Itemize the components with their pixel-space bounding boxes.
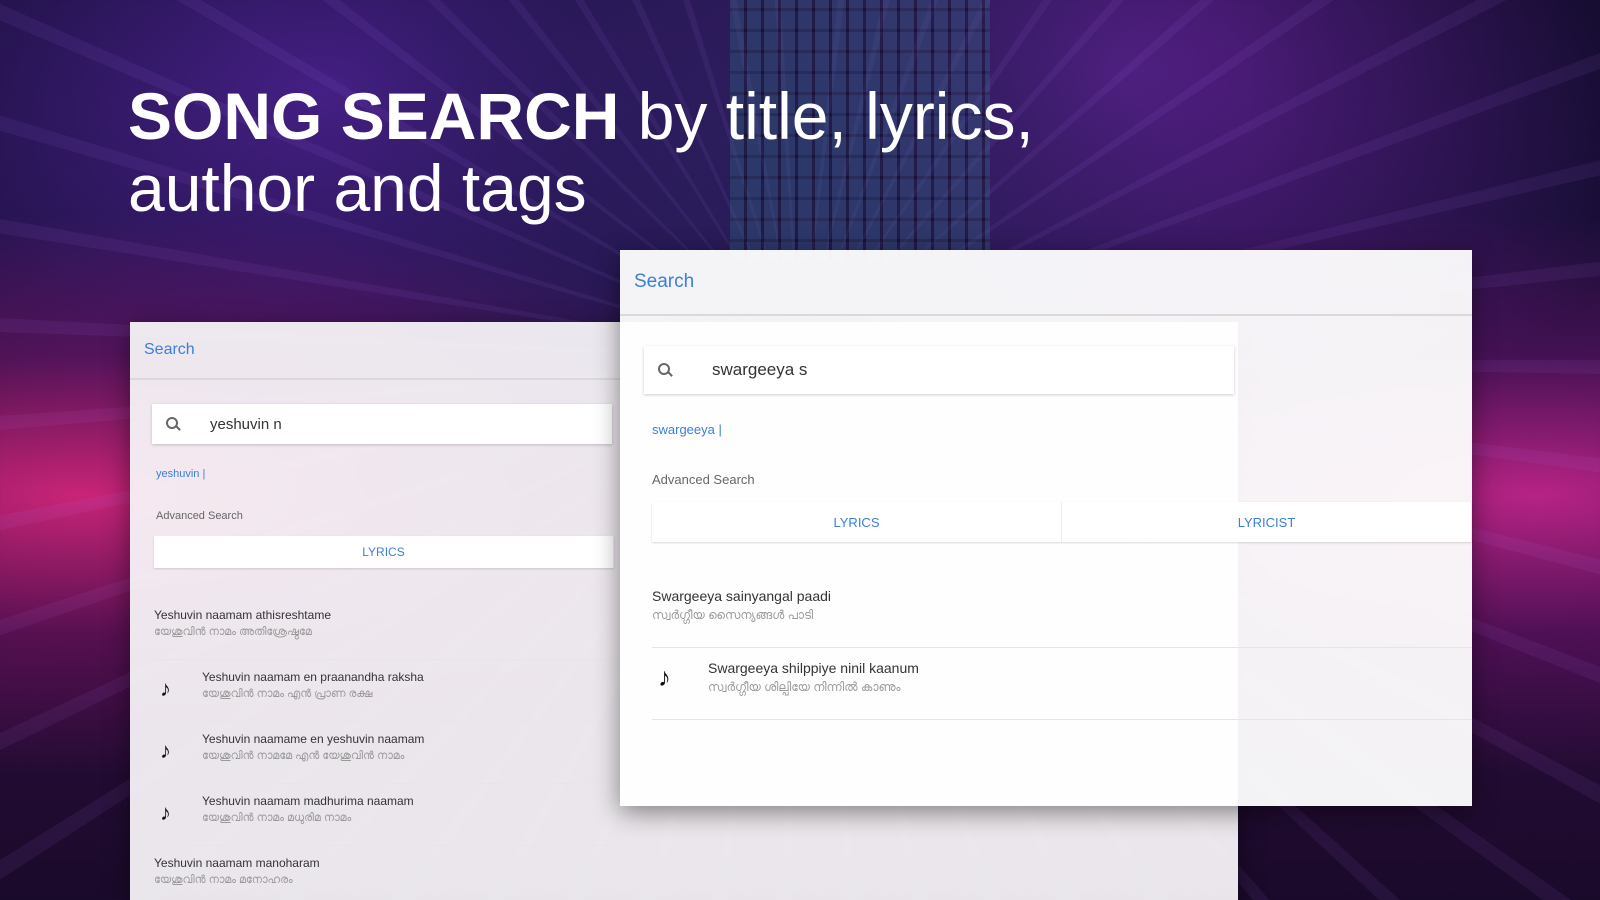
back-search-value: yeshuvin n xyxy=(210,415,282,433)
search-icon xyxy=(166,417,180,431)
front-suggestion-link[interactable]: swargeeya | xyxy=(652,422,722,437)
back-page-title: Search xyxy=(144,341,195,358)
music-note-icon: ♪ xyxy=(658,662,671,692)
result-title: Yeshuvin naamame en yeshuvin naamam xyxy=(202,732,425,746)
result-title: Swargeeya shilppiye ninil kaanum xyxy=(708,660,919,676)
music-note-icon: ♪ xyxy=(160,800,171,825)
result-subtitle: യേശുവിൻ നാമം മധുരിമ നാമം xyxy=(202,812,352,824)
result-title: Yeshuvin naamam en praanandha raksha xyxy=(202,670,424,684)
front-tab-lyrics[interactable]: LYRICS xyxy=(652,502,1062,542)
list-item[interactable]: ♪ Swargeeya shilppiye ninil kaanum സ്വർഗ… xyxy=(652,648,1472,720)
result-subtitle: യേശുവിൻ നാമം എൻ പ്രാണ രക്ഷ xyxy=(202,688,373,700)
back-advanced-tabs: LYRICS xyxy=(154,536,614,568)
result-subtitle: സ്വർഗ്ഗീയ സൈന്യങ്ങൾ പാടി xyxy=(652,608,814,622)
result-subtitle: യേശുവിൻ നാമം മനോഹരം xyxy=(154,874,293,886)
promo-headline: SONG SEARCH by title, lyrics, author and… xyxy=(128,80,1034,224)
result-subtitle: യേശുവിൻ നാമമേ എൻ യേശുവിൻ നാമം xyxy=(202,750,405,762)
back-search-input[interactable]: yeshuvin n xyxy=(152,404,612,444)
list-item[interactable]: Yeshuvin naamam manoharam യേശുവിൻ നാമം മ… xyxy=(154,846,614,900)
front-tab-lyricist[interactable]: LYRICIST xyxy=(1062,502,1472,542)
front-advanced-tabs: LYRICS LYRICIST xyxy=(652,502,1472,542)
headline-rest: by title, lyrics, xyxy=(619,79,1034,153)
headline-line2: author and tags xyxy=(128,151,587,225)
list-item[interactable]: ♪ Yeshuvin naamam en praanandha raksha യ… xyxy=(154,660,614,722)
result-subtitle: യേശുവിൻ നാമം അതിശ്രേഷ്ഠമേ xyxy=(154,626,312,638)
back-advanced-search-label: Advanced Search xyxy=(156,510,243,522)
back-results-list: Yeshuvin naamam athisreshtame യേശുവിൻ നാ… xyxy=(154,598,614,900)
list-item[interactable]: ♪ Yeshuvin naamame en yeshuvin naamam യേ… xyxy=(154,722,614,784)
front-search-value: swargeeya s xyxy=(712,360,808,379)
result-title: Yeshuvin naamam athisreshtame xyxy=(154,608,331,622)
front-top-bar: Search xyxy=(620,250,1472,316)
front-page-title: Search xyxy=(634,271,695,292)
back-suggestion-link[interactable]: yeshuvin | xyxy=(156,468,205,480)
result-title: Yeshuvin naamam manoharam xyxy=(154,856,320,870)
headline-bold: SONG SEARCH xyxy=(128,79,620,153)
result-subtitle: സ്വർഗ്ഗീയ ശില്പിയേ നിന്നിൽ കാണും xyxy=(708,680,901,694)
list-item[interactable]: Swargeeya sainyangal paadi സ്വർഗ്ഗീയ സൈന… xyxy=(652,576,1472,648)
front-search-window: Search swargeeya s swargeeya | Advanced … xyxy=(620,250,1472,806)
music-note-icon: ♪ xyxy=(160,676,171,701)
result-title: Yeshuvin naamam madhurima naamam xyxy=(202,794,414,808)
front-results-list: Swargeeya sainyangal paadi സ്വർഗ്ഗീയ സൈന… xyxy=(652,576,1472,720)
result-title: Swargeeya sainyangal paadi xyxy=(652,588,832,604)
front-search-input[interactable]: swargeeya s xyxy=(644,346,1234,394)
front-advanced-search-label: Advanced Search xyxy=(652,472,755,487)
music-note-icon: ♪ xyxy=(160,738,171,763)
list-item[interactable]: ♪ Yeshuvin naamam madhurima naamam യേശുവ… xyxy=(154,784,614,846)
search-icon xyxy=(658,363,672,377)
list-item[interactable]: Yeshuvin naamam athisreshtame യേശുവിൻ നാ… xyxy=(154,598,614,660)
back-tab-lyrics[interactable]: LYRICS xyxy=(154,536,614,568)
